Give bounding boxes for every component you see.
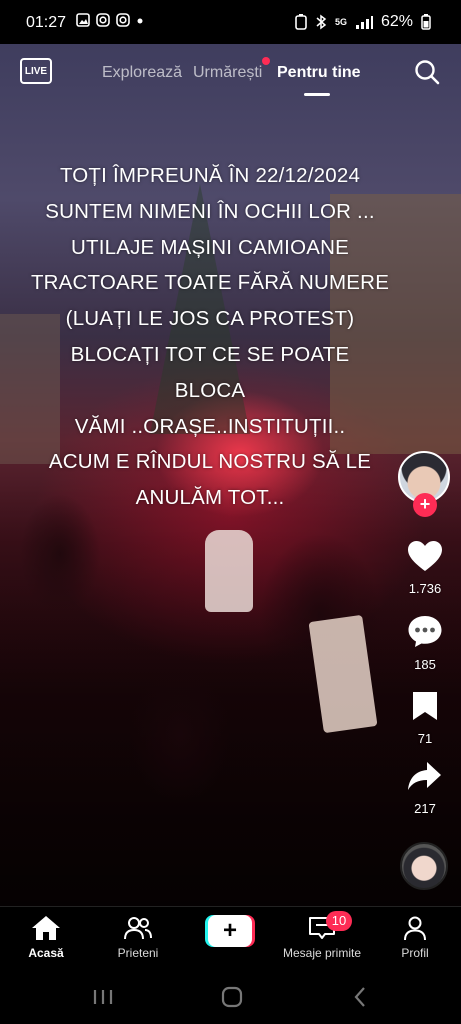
person-figure — [205, 530, 253, 612]
caption-line: TRACTOARE TOATE FĂRĂ NUMERE — [30, 271, 390, 295]
caption-line: ANULĂM TOT... — [135, 486, 285, 510]
inbox-badge: 10 — [326, 911, 352, 931]
follow-button[interactable]: + — [413, 493, 437, 517]
comment-count: 185 — [414, 657, 436, 672]
tab-explore[interactable]: Explorează — [102, 64, 182, 82]
like-count: 1.736 — [408, 581, 442, 596]
comment-button[interactable]: 185 — [400, 614, 450, 672]
search-icon[interactable] — [414, 59, 440, 85]
nav-home-label: Acasă — [28, 946, 64, 960]
create-button[interactable]: + — [205, 915, 255, 947]
status-right: 5G 62% — [295, 13, 431, 31]
caption-line: UTILAJE MAȘINI CAMIOANE — [71, 235, 349, 259]
following-new-dot — [262, 57, 270, 65]
status-bar: 01:27 5G 62% — [0, 0, 461, 44]
caption-line: TOȚI ÎMPREUNĂ ÎN 22/12/2024 — [59, 164, 361, 187]
status-notification-icons — [76, 13, 144, 27]
signal-icon — [355, 16, 373, 29]
tab-following[interactable]: Urmărești — [193, 64, 262, 82]
more-notifications-dot-icon — [137, 18, 143, 24]
heart-icon — [408, 541, 442, 571]
bluetooth-icon — [316, 14, 327, 30]
tab-for-you[interactable]: Pentru tine — [277, 64, 361, 82]
back-icon[interactable] — [352, 986, 368, 1008]
profile-icon — [404, 916, 426, 941]
live-button[interactable]: LIVE — [20, 58, 52, 84]
nav-profile-label: Profil — [401, 946, 429, 960]
plus-icon: + — [208, 915, 252, 947]
network-type: 5G — [334, 16, 347, 27]
caption-line: (LUAȚI LE JOS CA PROTEST) — [65, 307, 355, 331]
friends-icon — [124, 917, 152, 940]
system-nav-bar — [0, 974, 461, 1024]
battery-percent: 62% — [380, 13, 413, 30]
video-caption-overlay: TOȚI ÎMPREUNĂ ÎN 22/12/2024 SUNTEM NIMEN… — [0, 158, 420, 516]
caption-line: SUNTEM NIMENI ÎN OCHII LOR ... — [45, 199, 375, 223]
status-time: 01:27 — [26, 14, 67, 31]
recent-apps-icon[interactable] — [92, 987, 114, 1007]
save-button[interactable]: 71 — [400, 690, 450, 746]
instagram-icon — [96, 13, 110, 27]
live-label: LIVE — [24, 65, 48, 77]
music-disc[interactable] — [400, 842, 448, 890]
nav-inbox[interactable]: Mesaje primite — [277, 915, 367, 960]
battery-icon — [421, 14, 431, 30]
home-icon — [32, 916, 60, 940]
gallery-icon — [76, 13, 90, 27]
nav-home[interactable]: Acasă — [1, 915, 91, 960]
battery-saver-icon — [295, 14, 307, 30]
share-arrow-icon — [408, 762, 441, 790]
caption-line: BLOCA — [174, 378, 246, 402]
caption-line: VĂMI ..ORAȘE..INSTITUȚII.. — [74, 414, 346, 438]
like-button[interactable]: 1.736 — [400, 540, 450, 596]
instagram-icon-2 — [116, 13, 130, 27]
home-system-icon[interactable] — [220, 986, 244, 1008]
save-count: 71 — [417, 731, 433, 746]
active-tab-indicator — [304, 93, 330, 96]
bookmark-icon — [413, 692, 437, 720]
nav-profile[interactable]: Profil — [370, 915, 460, 960]
comment-icon — [408, 616, 442, 647]
nav-friends[interactable]: Prieteni — [93, 915, 183, 960]
caption-line: ACUM E RÎNDUL NOSTRU SĂ LE — [48, 450, 372, 474]
nav-inbox-label: Mesaje primite — [282, 946, 362, 960]
caption-line: BLOCAȚI TOT CE SE POATE — [70, 342, 350, 366]
share-button[interactable]: 217 — [400, 760, 450, 816]
nav-friends-label: Prieteni — [117, 946, 159, 960]
share-count: 217 — [414, 801, 436, 816]
